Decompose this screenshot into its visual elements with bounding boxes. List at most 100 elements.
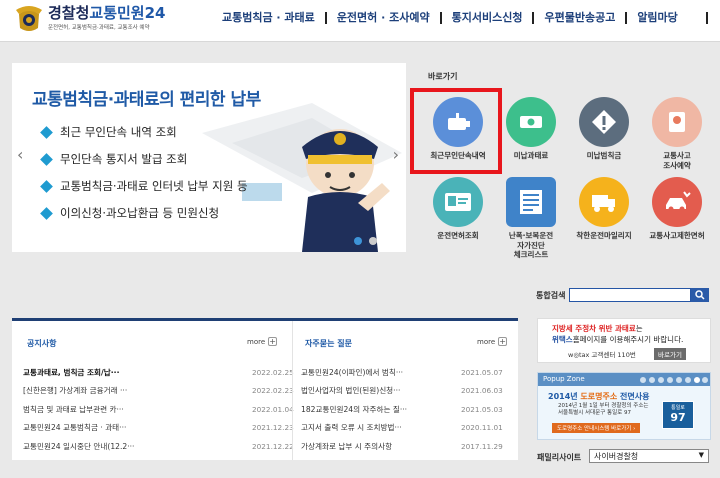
row-title: 범칙금 및 과태료 납부관련 카···	[23, 404, 124, 414]
popup-zone-header: Popup Zone	[538, 373, 710, 386]
more-label: more	[247, 337, 266, 346]
banner-pagination	[354, 237, 377, 245]
main-nav: 교통범칙금 · 과태료 운전면허 · 조사예약 통지서비스신청 우편물반송공고 …	[212, 12, 688, 24]
family-site-value: 사이버경찰청	[594, 452, 639, 461]
popup-zone[interactable]: Popup Zone 2014년 도로명주소 전면사용 2014년 1월 1일 …	[537, 372, 711, 440]
banner-feature-text: 이의신청·과오납환급 등 민원신청	[60, 206, 220, 220]
quick-link-unpaid-penalty[interactable]: 미납범칙금	[566, 97, 642, 161]
banner-feature: 이의신청·과오납환급 등 민원신청	[40, 200, 248, 227]
faq-more-button[interactable]: more +	[477, 337, 508, 346]
faq-row[interactable]: 고지서 출력 오류 시 조치방법··· 2020.11.01	[301, 419, 503, 438]
family-site-label: 패밀리사이트	[537, 453, 582, 462]
quick-link-unpaid-fine[interactable]: 미납과태료	[493, 97, 569, 161]
ad-line-2: 위택스홈페이지를 이용해주시기 바랍니다.	[552, 334, 683, 345]
warning-icon	[579, 97, 629, 147]
search-button[interactable]	[691, 288, 709, 302]
popup-link-button[interactable]: 도로명주소 안내시스템 바로가기 ›	[552, 423, 641, 433]
nav-notify[interactable]: 통지서비스신청	[442, 12, 535, 24]
ad-shortcut-button[interactable]: 바로가기	[654, 348, 686, 360]
popup-controls-icon[interactable]	[638, 376, 708, 384]
notice-title[interactable]: 공지사항	[27, 338, 56, 349]
banner-feature-list: 최근 무인단속 내역 조회 무인단속 통지서 발급 조회 교통범칙금·과태료 인…	[40, 119, 248, 227]
row-title: 교통민원24 교통범칙금 · 과태···	[23, 423, 127, 433]
diamond-bullet-icon	[40, 153, 53, 166]
logo-service: 교통민원24	[89, 4, 166, 22]
nav-fines[interactable]: 교통범칙금 · 과태료	[212, 12, 327, 24]
quick-link-label: 교통사고제한면허	[649, 231, 705, 240]
notice-row[interactable]: 교통과태료, 범칙금 조회/납··· 2022.02.25	[23, 363, 294, 382]
quick-link-license-check[interactable]: 운전면허조회	[420, 177, 496, 241]
row-title: 법인사업자의 법인(된원)신청···	[301, 386, 401, 396]
header: 경찰청교통민원24 운전면허, 교통범칙금·과태료, 교통조사 예약 교통범칙금…	[0, 0, 720, 42]
banner-dot-1[interactable]	[354, 237, 362, 245]
quick-link-label: 교통사고 조사예약	[663, 151, 691, 170]
faq-row[interactable]: 교통민원24(이파인)에서 범칙··· 2021.05.07	[301, 363, 503, 382]
row-date: 2021.12.22	[252, 441, 294, 451]
row-date: 2021.05.07	[461, 367, 503, 377]
row-date: 2021.06.03	[461, 386, 503, 396]
row-title: 182교통민원24의 자주하는 질···	[301, 404, 408, 414]
popup-description: 2014년 1월 1일 부터 경찰청의 주소는 서울특별시 서대문구 통일로 97	[558, 403, 648, 417]
row-title: 가상계좌로 납부 시 주의사항	[301, 441, 393, 451]
crash-car-icon	[652, 177, 702, 227]
banner-feature: 최근 무인단속 내역 조회	[40, 119, 248, 146]
report-icon	[652, 97, 702, 147]
popup-year: 2014년	[548, 392, 581, 401]
notice-board: 공지사항 more + 교통과태료, 범칙금 조회/납··· 2022.02.25 …	[12, 321, 294, 460]
quick-link-label: 착한운전마일리지	[576, 231, 632, 240]
banner-feature-text: 무인단속 통지서 발급 조회	[60, 152, 188, 166]
row-date: 2022.01.04	[252, 404, 294, 414]
search-icon	[695, 290, 705, 300]
faq-title[interactable]: 자주묻는 질문	[305, 338, 352, 349]
faq-row[interactable]: 182교통민원24의 자주하는 질··· 2021.05.03	[301, 400, 503, 419]
quick-link-good-driving-mileage[interactable]: 착한운전마일리지	[566, 177, 642, 241]
wetax-banner[interactable]: 지방세 주정차 위반 과태료는 위택스홈페이지를 이용해주시기 바랍니다. w◎…	[537, 318, 711, 363]
ad-highlight: 지방세 주정차 위반 과태료	[552, 324, 636, 333]
ad-callcenter: w◎tax 고객센터 110번	[568, 351, 636, 359]
row-title: 교통민원24(이파인)에서 범칙···	[301, 367, 404, 377]
faq-row[interactable]: 법인사업자의 법인(된원)신청··· 2021.06.03	[301, 382, 503, 401]
highlight-box	[410, 88, 502, 174]
quick-link-limited-license[interactable]: 교통사고제한면허	[639, 177, 715, 241]
notice-more-button[interactable]: more +	[247, 337, 278, 346]
notice-row[interactable]: 교통민원24 교통범칙금 · 과태··· 2021.12.23	[23, 419, 294, 438]
notice-row[interactable]: 교통민원24 일시중단 안내(12.2··· 2021.12.22	[23, 437, 294, 456]
banner-next-icon[interactable]: ›	[393, 145, 399, 164]
row-date: 2020.11.01	[461, 423, 503, 433]
more-label: more	[477, 337, 496, 346]
notice-row[interactable]: [신한은행] 가상계좌 금융거래 ··· 2022.02.23	[23, 382, 294, 401]
notice-row[interactable]: 범칙금 및 과태료 납부관련 카··· 2022.01.04	[23, 400, 294, 419]
popup-zone-title: Popup Zone	[543, 375, 585, 383]
quick-link-reckless-checklist[interactable]: 난폭·보복운전 자가진단 체크리스트	[493, 177, 569, 260]
banner-prev-icon[interactable]: ‹	[17, 145, 23, 164]
site-logo[interactable]: 경찰청교통민원24 운전면허, 교통범칙금·과태료, 교통조사 예약	[14, 4, 165, 34]
banner-feature-text: 최근 무인단속 내역 조회	[60, 125, 177, 139]
banner-feature: 무인단속 통지서 발급 조회	[40, 146, 248, 173]
search-input[interactable]	[569, 288, 691, 302]
diamond-bullet-icon	[40, 126, 53, 139]
nav-license[interactable]: 운전면허 · 조사예약	[327, 12, 442, 24]
nav-divider	[706, 12, 708, 24]
row-date: 2021.05.03	[461, 404, 503, 414]
nav-returned-mail[interactable]: 우편물반송공고	[534, 12, 628, 24]
banner-dot-2[interactable]	[369, 237, 377, 245]
ad-text: 홈페이지를 이용해주시기 바랍니다.	[572, 335, 684, 344]
mileage-truck-icon	[579, 177, 629, 227]
banner-feature-text: 교통범칙금·과태료 인터넷 납부 지원 등	[60, 179, 248, 193]
popup-road-address: 도로명주소	[580, 392, 618, 401]
quick-link-accident-booking[interactable]: 교통사고 조사예약	[639, 97, 715, 170]
row-date: 2022.02.23	[252, 386, 294, 396]
nav-notice[interactable]: 알림마당	[627, 12, 687, 24]
popup-line: 서울특별시 서대문구 통일로 97	[558, 410, 631, 416]
faq-row[interactable]: 가상계좌로 납부 시 주의사항 2017.11.29	[301, 437, 503, 456]
row-title: 고지서 출력 오류 시 조치방법···	[301, 423, 402, 433]
banner-title: 교통범칙금·과태료의 편리한 납부	[32, 90, 261, 110]
faq-board: 자주묻는 질문 more + 교통민원24(이파인)에서 범칙··· 2021.05…	[292, 321, 518, 460]
main-banner[interactable]: 교통범칙금·과태료의 편리한 납부 최근 무인단속 내역 조회 무인단속 통지서…	[12, 63, 406, 252]
id-card-icon	[433, 177, 483, 227]
road-sign-name: 통일로	[671, 405, 685, 411]
chevron-down-icon: ▼	[698, 451, 704, 459]
family-site-select[interactable]: 사이버경찰청 ▼	[589, 449, 709, 463]
row-title: 교통과태료, 범칙금 조회/납···	[23, 367, 120, 377]
logo-subtitle: 운전면허, 교통범칙금·과태료, 교통조사 예약	[48, 25, 150, 31]
